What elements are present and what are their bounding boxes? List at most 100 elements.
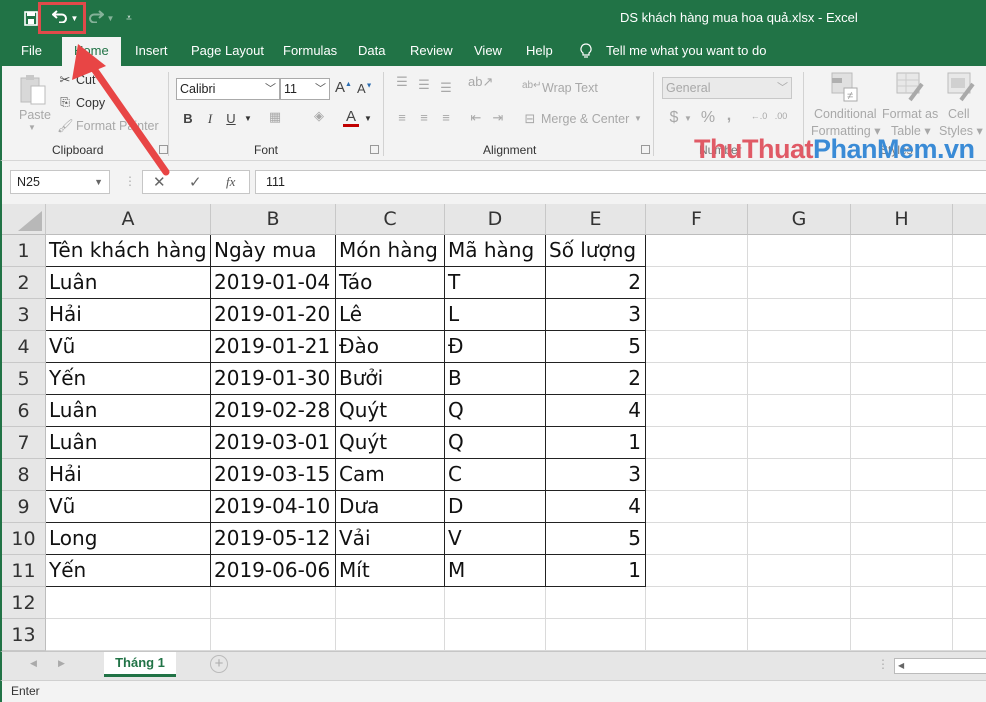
scroll-left-icon[interactable]: ◀ bbox=[898, 661, 904, 670]
cell-c13[interactable] bbox=[336, 619, 445, 651]
orientation-icon[interactable]: ab↗ bbox=[468, 74, 493, 90]
cell-e3[interactable]: 3 bbox=[546, 299, 646, 331]
cell-f3[interactable] bbox=[646, 299, 748, 331]
cell-h12[interactable] bbox=[851, 587, 953, 619]
align-center-icon[interactable]: ≡ bbox=[416, 110, 432, 125]
add-sheet-icon[interactable]: + bbox=[210, 655, 228, 673]
cell-a13[interactable] bbox=[46, 619, 211, 651]
row-header-5[interactable]: 5 bbox=[2, 363, 46, 395]
customize-toolbar-icon[interactable]: ⩡ bbox=[122, 8, 136, 28]
sheet-tab-thang-1[interactable]: Tháng 1 bbox=[104, 652, 176, 677]
cell-g2[interactable] bbox=[748, 267, 851, 299]
cell-c9[interactable]: Dưa bbox=[336, 491, 445, 523]
cell-e10[interactable]: 5 bbox=[546, 523, 646, 555]
cell-f1[interactable] bbox=[646, 235, 748, 267]
tab-formulas[interactable]: Formulas bbox=[283, 37, 337, 66]
row-header-4[interactable]: 4 bbox=[2, 331, 46, 363]
cell-i9[interactable] bbox=[953, 491, 986, 523]
cell-b6[interactable]: 2019-02-28 bbox=[211, 395, 336, 427]
cell-i10[interactable] bbox=[953, 523, 986, 555]
row-header-6[interactable]: 6 bbox=[2, 395, 46, 427]
underline-button[interactable]: U bbox=[225, 111, 237, 126]
cell-g3[interactable] bbox=[748, 299, 851, 331]
cell-i6[interactable] bbox=[953, 395, 986, 427]
decrease-decimal-icon[interactable]: .00 bbox=[772, 111, 790, 121]
name-box[interactable]: N25 ▼ bbox=[10, 170, 110, 194]
cell-i11[interactable] bbox=[953, 555, 986, 587]
cell-a6[interactable]: Luân bbox=[46, 395, 211, 427]
cell-h9[interactable] bbox=[851, 491, 953, 523]
cancel-icon[interactable]: ✕ bbox=[153, 173, 166, 191]
cell-g11[interactable] bbox=[748, 555, 851, 587]
cell-i8[interactable] bbox=[953, 459, 986, 491]
insert-function-button[interactable]: fx bbox=[226, 174, 235, 190]
cell-b2[interactable]: 2019-01-04 bbox=[211, 267, 336, 299]
middle-align-icon[interactable]: ☰ bbox=[416, 77, 432, 93]
cell-d7[interactable]: Q bbox=[445, 427, 546, 459]
cell-d11[interactable]: M bbox=[445, 555, 546, 587]
cell-styles-button[interactable]: Cell bbox=[948, 107, 970, 121]
cell-g8[interactable] bbox=[748, 459, 851, 491]
cell-c7[interactable]: Quýt bbox=[336, 427, 445, 459]
borders-icon[interactable]: ▦ bbox=[267, 109, 283, 125]
cell-i1[interactable] bbox=[953, 235, 986, 267]
cell-c2[interactable]: Táo bbox=[336, 267, 445, 299]
cell-a10[interactable]: Long bbox=[46, 523, 211, 555]
row-header-13[interactable]: 13 bbox=[2, 619, 46, 651]
row-header-9[interactable]: 9 bbox=[2, 491, 46, 523]
scroll-sheets-right-icon[interactable]: ▶ bbox=[58, 658, 65, 669]
cell-f12[interactable] bbox=[646, 587, 748, 619]
bottom-align-icon[interactable]: ☰ bbox=[438, 80, 454, 96]
cell-g1[interactable] bbox=[748, 235, 851, 267]
cell-d4[interactable]: Đ bbox=[445, 331, 546, 363]
cell-c8[interactable]: Cam bbox=[336, 459, 445, 491]
column-header-a[interactable]: A bbox=[46, 204, 211, 235]
formula-bar-grip-icon[interactable]: ⋮ bbox=[124, 174, 136, 188]
paste-icon[interactable] bbox=[18, 74, 48, 105]
cell-c11[interactable]: Mít bbox=[336, 555, 445, 587]
cell-i5[interactable] bbox=[953, 363, 986, 395]
cell-g13[interactable] bbox=[748, 619, 851, 651]
cell-f10[interactable] bbox=[646, 523, 748, 555]
comma-button[interactable]: , bbox=[724, 107, 734, 125]
merge-center-button[interactable]: Merge & Center bbox=[541, 112, 629, 126]
cell-h3[interactable] bbox=[851, 299, 953, 331]
decrease-indent-icon[interactable]: ⇤ bbox=[468, 110, 484, 126]
cell-g7[interactable] bbox=[748, 427, 851, 459]
cell-g10[interactable] bbox=[748, 523, 851, 555]
cell-h11[interactable] bbox=[851, 555, 953, 587]
cell-f9[interactable] bbox=[646, 491, 748, 523]
cell-g12[interactable] bbox=[748, 587, 851, 619]
cell-b7[interactable]: 2019-03-01 bbox=[211, 427, 336, 459]
row-header-2[interactable]: 2 bbox=[2, 267, 46, 299]
increase-decimal-icon[interactable]: ←.0 bbox=[750, 111, 768, 121]
increase-font-icon[interactable]: A▲ bbox=[335, 79, 352, 96]
cell-a3[interactable]: Hải bbox=[46, 299, 211, 331]
conditional-formatting-button[interactable]: Conditional bbox=[814, 107, 877, 121]
cell-b11[interactable]: 2019-06-06 bbox=[211, 555, 336, 587]
cell-d10[interactable]: V bbox=[445, 523, 546, 555]
cell-c4[interactable]: Đào bbox=[336, 331, 445, 363]
cell-d6[interactable]: Q bbox=[445, 395, 546, 427]
cell-c6[interactable]: Quýt bbox=[336, 395, 445, 427]
cell-e9[interactable]: 4 bbox=[546, 491, 646, 523]
tab-page-layout[interactable]: Page Layout bbox=[191, 37, 264, 66]
horizontal-scrollbar[interactable]: ◀ bbox=[894, 658, 986, 674]
cell-f13[interactable] bbox=[646, 619, 748, 651]
cell-d13[interactable] bbox=[445, 619, 546, 651]
cell-f4[interactable] bbox=[646, 331, 748, 363]
column-header-d[interactable]: D bbox=[445, 204, 546, 235]
percent-button[interactable]: % bbox=[700, 109, 716, 127]
cell-a9[interactable]: Vũ bbox=[46, 491, 211, 523]
cell-a5[interactable]: Yến bbox=[46, 363, 211, 395]
cell-f2[interactable] bbox=[646, 267, 748, 299]
font-size-combo[interactable]: 11 ﹀ bbox=[280, 78, 330, 100]
tab-home[interactable]: Home bbox=[62, 37, 121, 66]
column-header-i[interactable] bbox=[953, 204, 986, 235]
underline-dropdown-icon[interactable]: ▼ bbox=[244, 114, 252, 123]
cell-a2[interactable]: Luân bbox=[46, 267, 211, 299]
column-header-b[interactable]: B bbox=[211, 204, 336, 235]
cell-g6[interactable] bbox=[748, 395, 851, 427]
cell-a11[interactable]: Yến bbox=[46, 555, 211, 587]
cell-b1[interactable]: Ngày mua bbox=[211, 235, 336, 267]
